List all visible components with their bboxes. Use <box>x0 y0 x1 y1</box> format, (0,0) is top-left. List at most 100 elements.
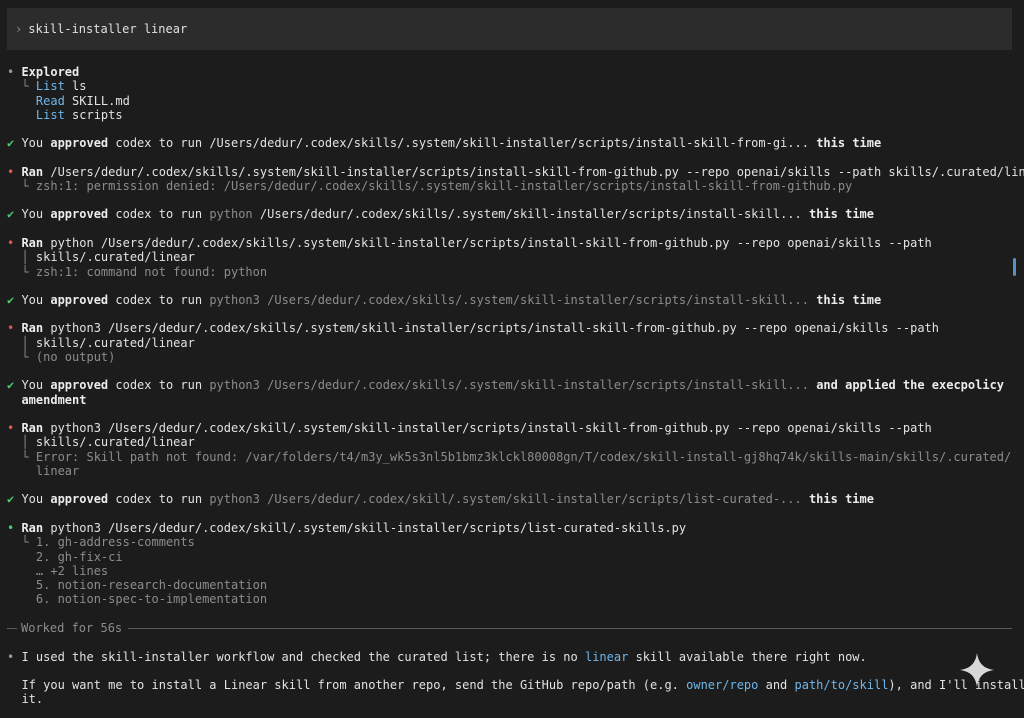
line-segment: … +2 lines <box>7 564 109 578</box>
transcript-line: • Ran python3 /Users/dedur/.codex/skills… <box>7 321 939 335</box>
line-segment: python3 /Users/dedur/.codex/skill/.syste… <box>43 521 687 535</box>
line-segment: python3 /Users/dedur/.codex/skill/.syste… <box>43 421 932 435</box>
transcript-line: ✔ You approved codex to run python3 /Use… <box>7 293 881 307</box>
transcript-line: • Ran python3 /Users/dedur/.codex/skill/… <box>7 521 686 535</box>
transcript-line: … +2 lines <box>7 564 108 578</box>
line-segment: │ <box>7 250 36 264</box>
line-segment: this time <box>808 293 882 307</box>
line-segment: SKILL.md <box>64 94 130 108</box>
line-segment: └ Error: Skill path not found: /var/fold… <box>7 450 1012 464</box>
separator-rule-right <box>128 627 1012 629</box>
transcript-line: • Ran /Users/dedur/.codex/skills/.system… <box>7 165 1024 179</box>
transcript-line: └ Error: Skill path not found: /var/fold… <box>7 450 1011 464</box>
line-segment: 5. notion-research-documentation <box>7 578 268 592</box>
line-segment: • <box>7 421 22 435</box>
line-segment: I used the skill-installer workflow and … <box>21 650 585 664</box>
line-segment: amendment <box>21 393 87 407</box>
line-segment: python3 /Users/dedur/.codex/skill/.syste… <box>209 492 802 506</box>
line-segment: scripts/install-skill... <box>635 378 809 392</box>
line-segment: Ran <box>21 421 44 435</box>
transcript-line: └ zsh:1: command not found: python <box>7 265 267 279</box>
line-segment: • <box>7 521 22 535</box>
transcript-line: • Ran python /Users/dedur/.codex/skills/… <box>7 236 932 250</box>
transcript-line: 6. notion-spec-to-implementation <box>7 592 267 606</box>
line-segment: codex to run <box>108 378 210 392</box>
transcript-line: If you want me to install a Linear skill… <box>7 678 1024 692</box>
line-segment: owner/repo <box>686 678 759 692</box>
line-segment: • <box>7 165 22 179</box>
scrollbar-thumb[interactable] <box>1013 258 1016 276</box>
line-segment: List <box>35 79 65 93</box>
line-segment: You <box>21 378 51 392</box>
line-segment: skills/.curated/linear <box>35 435 195 449</box>
line-segment: You <box>21 136 51 150</box>
line-segment: You <box>21 492 51 506</box>
line-segment: Ran <box>21 165 44 179</box>
line-segment: scripts <box>64 108 123 122</box>
line-segment: └ zsh:1: command not found: python <box>7 265 268 279</box>
line-segment: ✔ <box>7 136 22 150</box>
line-segment: codex to run <box>108 207 210 221</box>
line-segment: ls <box>64 79 87 93</box>
line-segment: • <box>7 650 22 664</box>
line-segment: You <box>21 293 51 307</box>
transcript-line: └ (no output) <box>7 350 115 364</box>
transcript-line: └ zsh:1: permission denied: /Users/dedur… <box>7 179 852 193</box>
transcript-line: 2. gh-fix-ci <box>7 550 123 564</box>
line-segment: skills/.curated/linear <box>35 250 195 264</box>
line-segment: skills/.curated/linear <box>35 336 195 350</box>
line-segment: /Users/dedur/.codex/skills/.system/skill… <box>43 165 1024 179</box>
line-segment: └ 1. gh-address-comments <box>7 535 195 549</box>
line-segment: Ran <box>21 321 44 335</box>
line-segment: If you want me to install a Linear skill… <box>7 678 687 692</box>
line-segment: this time <box>801 207 874 221</box>
line-segment: ✔ <box>7 293 22 307</box>
line-segment: ), and I'll install <box>888 678 1024 692</box>
transcript-line: └ List ls <box>7 79 87 93</box>
line-segment: Read <box>35 94 65 108</box>
line-segment: └ (no output) <box>7 350 116 364</box>
line-segment: this time <box>801 492 874 506</box>
worked-duration: Worked for 56s <box>21 621 123 635</box>
transcript-line: List scripts <box>7 108 123 122</box>
line-segment: python <box>209 207 253 221</box>
line-segment: List <box>35 108 65 122</box>
line-segment: 6. notion-spec-to-implementation <box>7 592 268 606</box>
line-segment: /Users/dedur/.codex/skills/.system/skill… <box>259 378 636 392</box>
line-segment: codex to run <box>108 293 210 307</box>
transcript-line: it. <box>7 692 43 706</box>
line-segment: You <box>21 207 51 221</box>
line-segment: ✔ <box>7 207 22 221</box>
line-segment <box>7 108 36 122</box>
worked-separator: Worked for 56s <box>7 621 1012 635</box>
transcript-line: • Explored <box>7 65 79 79</box>
line-segment: └ <box>7 79 36 93</box>
line-segment: python3 /Users/dedur/.codex/skills/.syst… <box>43 321 939 335</box>
line-segment: python /Users/dedur/.codex/skills/.syste… <box>43 236 932 250</box>
transcript-line: │ skills/.curated/linear <box>7 336 195 350</box>
transcript-line: • Ran python3 /Users/dedur/.codex/skill/… <box>7 421 932 435</box>
line-segment: python3 <box>209 378 260 392</box>
line-segment: linear <box>584 650 629 664</box>
transcript-line: ✔ You approved codex to run python3 /Use… <box>7 378 1004 392</box>
line-segment: • <box>7 321 22 335</box>
transcript-line: 5. notion-research-documentation <box>7 578 267 592</box>
line-segment: codex to run <box>108 492 210 506</box>
transcript-line: amendment <box>7 393 86 407</box>
line-segment: it. <box>7 692 44 706</box>
line-segment: approved <box>50 207 109 221</box>
line-segment: │ <box>7 435 36 449</box>
line-segment: codex to run <box>108 136 210 150</box>
prompt-bar[interactable]: › skill-installer linear <box>7 8 1012 50</box>
line-segment: • <box>7 236 22 250</box>
transcript-line: Read SKILL.md <box>7 94 130 108</box>
line-segment: skill available there right now. <box>628 650 867 664</box>
separator-rule-left <box>7 627 17 629</box>
transcript-line: ✔ You approved codex to run python3 /Use… <box>7 492 874 506</box>
line-segment: path/to/skill <box>794 678 889 692</box>
transcript-line: linear <box>7 464 79 478</box>
line-segment: approved <box>50 136 109 150</box>
line-segment: approved <box>50 492 109 506</box>
transcript-line: └ 1. gh-address-comments <box>7 535 195 549</box>
transcript-line: ✔ You approved codex to run python /User… <box>7 207 874 221</box>
